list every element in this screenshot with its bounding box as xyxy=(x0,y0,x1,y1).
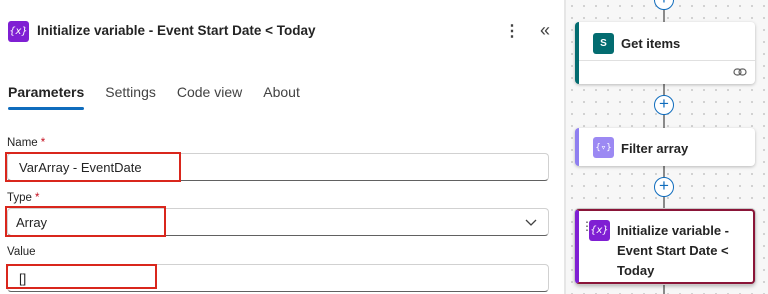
connector-line xyxy=(663,284,665,294)
action-settings-panel: {x} Initialize variable - Event Start Da… xyxy=(0,0,566,294)
add-step-button[interactable]: + xyxy=(654,95,674,115)
card-title: Filter array xyxy=(621,141,689,156)
flow-card-filter-array[interactable]: {▿} Filter array xyxy=(575,128,755,166)
more-options-button[interactable]: ⋮ xyxy=(504,20,520,42)
collapse-panel-button[interactable]: « xyxy=(534,19,556,41)
name-label: Name * xyxy=(7,137,45,149)
value-input-value: [] xyxy=(19,270,27,286)
value-input[interactable]: [] xyxy=(7,264,549,292)
sharepoint-icon: S xyxy=(593,33,614,54)
required-marker: * xyxy=(34,192,40,204)
card-divider xyxy=(579,60,755,61)
flow-card-initialize-variable[interactable]: ⋮ {x} Initialize variable - Event Start … xyxy=(575,209,755,284)
link-icon[interactable] xyxy=(733,66,747,78)
type-dropdown[interactable]: Array xyxy=(7,208,549,236)
flow-card-get-items[interactable]: S Get items xyxy=(575,22,755,84)
required-marker: * xyxy=(40,137,46,149)
add-step-button[interactable]: + xyxy=(654,177,674,197)
card-title: Get items xyxy=(621,36,681,51)
name-label-text: Name xyxy=(7,137,38,149)
variable-icon: {x} xyxy=(589,220,610,241)
tab-about[interactable]: About xyxy=(263,84,300,114)
name-input-value: VarArray - EventDate xyxy=(19,159,142,175)
tab-settings[interactable]: Settings xyxy=(105,84,156,114)
type-label-text: Type xyxy=(7,192,32,204)
chevron-down-icon xyxy=(525,219,537,226)
panel-title: Initialize variable - Event Start Date <… xyxy=(37,23,316,38)
filter-array-icon: {▿} xyxy=(593,137,614,158)
type-dropdown-value: Array xyxy=(16,214,48,230)
drag-handle-icon[interactable]: ⋮ xyxy=(581,220,593,232)
tab-code-view[interactable]: Code view xyxy=(177,84,242,114)
name-input[interactable]: VarArray - EventDate xyxy=(7,153,549,181)
card-title: Initialize variable - Event Start Date <… xyxy=(617,223,729,278)
panel-header: {x} Initialize variable - Event Start Da… xyxy=(0,0,566,62)
value-label: Value xyxy=(7,246,36,258)
tab-parameters[interactable]: Parameters xyxy=(8,84,85,114)
tab-bar: Parameters Settings Code view About xyxy=(8,84,321,114)
variable-icon: {x} xyxy=(8,21,29,42)
type-label: Type * xyxy=(7,192,39,204)
